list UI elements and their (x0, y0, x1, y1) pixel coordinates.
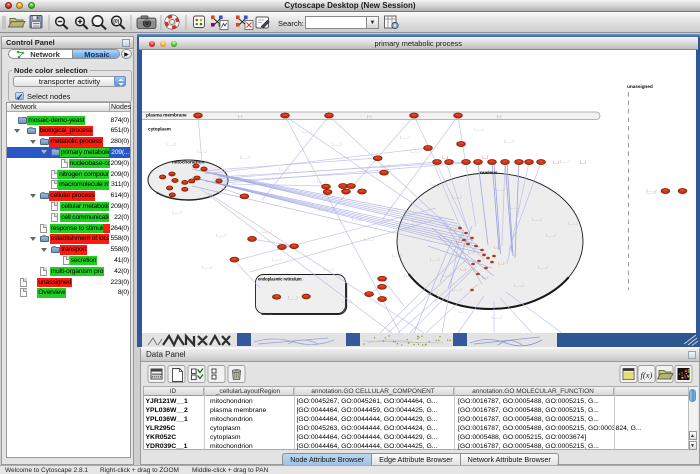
svg-text:plasma membrane: plasma membrane (146, 113, 187, 119)
svg-text:(__): (__) (540, 160, 546, 164)
svg-text:mitochondrion: mitochondrion (172, 160, 204, 166)
svg-text:(__-_): (__-_) (560, 159, 570, 163)
svg-text:(__-_): (__-_) (568, 221, 578, 225)
svg-text:[--]: [--] (367, 115, 371, 119)
svg-text:(__-_): (__-_) (279, 167, 289, 171)
svg-text:endoplasmic reticulum: endoplasmic reticulum (258, 277, 302, 282)
svg-text:(_-_): (_-_) (498, 261, 504, 265)
svg-text:(__): (__) (580, 160, 586, 164)
svg-text:(_-_): (_-_) (450, 227, 456, 231)
svg-text:(__-_): (__-_) (302, 129, 312, 133)
svg-text:(__-_): (__-_) (262, 311, 272, 315)
svg-text:(_-_): (_-_) (456, 239, 462, 243)
svg-text:(__-_): (__-_) (538, 265, 548, 269)
svg-text:(0): (0) (113, 19, 119, 25)
svg-text:(__-_): (__-_) (452, 195, 462, 199)
svg-text:(__-_): (__-_) (272, 257, 282, 261)
svg-text:(__-_): (__-_) (474, 127, 484, 131)
svg-text:(__-_): (__-_) (546, 233, 556, 237)
svg-text:(__): (__) (553, 160, 559, 164)
svg-text:(__-_): (__-_) (412, 219, 422, 223)
svg-text:(_-_): (_-_) (482, 275, 488, 279)
svg-text:(__): (__) (482, 155, 488, 159)
svg-text:f(x): f(x) (641, 370, 653, 380)
svg-text:(__-_): (__-_) (510, 205, 520, 209)
svg-text:(__-_): (__-_) (492, 315, 502, 319)
svg-text:[--]: [--] (238, 115, 242, 119)
svg-text:(__-_): (__-_) (400, 135, 410, 139)
svg-text:(__-_): (__-_) (504, 139, 514, 143)
svg-text:(__-_): (__-_) (404, 273, 414, 277)
svg-text:(__-_): (__-_) (532, 217, 542, 221)
svg-text:(__-_): (__-_) (324, 267, 334, 271)
svg-text:(__-_): (__-_) (352, 217, 362, 221)
svg-text:(__-_): (__-_) (317, 179, 327, 183)
svg-text:unassigned: unassigned (627, 84, 653, 90)
svg-text:(__-_): (__-_) (452, 287, 462, 291)
svg-text:(__-_): (__-_) (240, 155, 250, 159)
svg-text:(__-_): (__-_) (364, 237, 374, 241)
svg-text:cytoplasm: cytoplasm (148, 127, 171, 133)
svg-text:(__-_): (__-_) (428, 291, 438, 295)
svg-text:(__-_): (__-_) (646, 190, 656, 194)
svg-text:nucleus: nucleus (480, 170, 498, 176)
svg-text:(__-_): (__-_) (202, 265, 212, 269)
svg-text:(__-_): (__-_) (388, 207, 398, 211)
svg-text:(__-_): (__-_) (430, 182, 440, 186)
svg-text:(__-_): (__-_) (332, 142, 342, 146)
svg-text:(__-_): (__-_) (166, 142, 176, 146)
svg-text:(_-_): (_-_) (494, 245, 500, 249)
svg-text:(__-_): (__-_) (495, 187, 505, 191)
svg-text:(__-_): (__-_) (197, 149, 207, 153)
svg-text:(__-_): (__-_) (172, 210, 182, 214)
svg-text:(__-_): (__-_) (380, 164, 390, 168)
svg-text:(__-_): (__-_) (342, 299, 352, 303)
svg-text:(__-_): (__-_) (514, 283, 524, 287)
svg-text:(_-_): (_-_) (460, 267, 466, 271)
svg-text:(__): (__) (442, 155, 448, 159)
svg-text:(__-_): (__-_) (410, 149, 420, 153)
svg-text:(__-_): (__-_) (288, 296, 298, 300)
svg-text:(__-_): (__-_) (216, 233, 226, 237)
svg-text:(__-_): (__-_) (392, 253, 402, 257)
svg-text:(__-_): (__-_) (318, 207, 328, 211)
svg-text:[--]: [--] (497, 115, 501, 119)
svg-text:(_-_): (_-_) (468, 250, 474, 254)
svg-text:(__-_): (__-_) (458, 309, 468, 313)
svg-text:(__-_): (__-_) (430, 257, 440, 261)
svg-text:(__-_): (__-_) (442, 273, 452, 277)
svg-text:(__-_): (__-_) (262, 229, 272, 233)
